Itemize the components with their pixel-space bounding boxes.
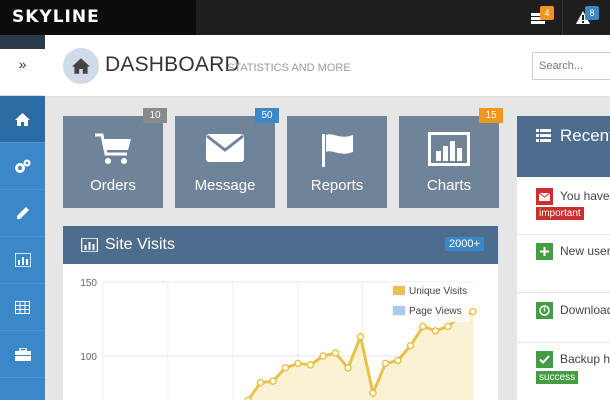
tile-message[interactable]: Message 50 xyxy=(175,108,279,208)
activity-text: You have xyxy=(560,189,610,203)
status-badge: important xyxy=(536,207,584,220)
y-tick-label: 150 xyxy=(80,278,97,289)
brand-logo[interactable]: SKYLINE xyxy=(0,0,196,35)
list-item[interactable]: Download xyxy=(517,293,610,343)
data-point xyxy=(356,333,365,341)
home-badge xyxy=(63,48,99,84)
sidebar-item-charts[interactable] xyxy=(0,237,45,284)
download-icon xyxy=(536,302,553,319)
flag-icon xyxy=(322,134,353,167)
y-tick-label: 100 xyxy=(80,352,97,363)
visits-count-badge: 2000+ xyxy=(445,237,484,251)
site-visits-chart: 150 100 Unique Visits Page Views xyxy=(63,264,498,400)
legend-label: Unique Visits xyxy=(409,286,467,297)
data-point xyxy=(431,327,440,335)
data-point xyxy=(394,356,402,365)
data-point xyxy=(419,322,427,331)
data-point xyxy=(369,389,377,397)
cogs-icon xyxy=(15,159,31,173)
data-point xyxy=(331,349,340,357)
list-item[interactable]: You have important xyxy=(517,177,610,235)
bar-chart-icon xyxy=(14,253,31,267)
data-point xyxy=(381,359,390,368)
activity-text: New user xyxy=(560,244,610,258)
sidebar: » xyxy=(0,35,45,400)
envelope-icon xyxy=(206,134,244,162)
briefcase-icon xyxy=(14,347,31,361)
legend-label: Page Views xyxy=(409,306,462,317)
table-icon xyxy=(15,300,30,314)
panel-header: Recent xyxy=(517,116,610,177)
tile-charts[interactable]: Charts 15 xyxy=(399,108,503,208)
page-title: DASHBOARD xyxy=(105,53,240,76)
tile-label: Orders xyxy=(90,177,136,194)
data-point xyxy=(294,359,302,368)
tile-reports[interactable]: Reports xyxy=(287,116,387,208)
search-input[interactable] xyxy=(532,52,610,80)
data-point xyxy=(344,364,352,372)
activity-text: Download xyxy=(560,303,610,317)
tile-orders[interactable]: Orders 10 xyxy=(63,108,167,208)
sidebar-toggle-button[interactable]: » xyxy=(0,49,45,96)
panel-title: Recent xyxy=(560,126,610,145)
panel-title: Site Visits xyxy=(105,236,175,253)
site-visits-panel: Site Visits 2000+ 150 100 Unique Visits Pag… xyxy=(63,226,498,400)
data-point xyxy=(469,307,477,316)
tile-badge: 50 xyxy=(255,108,279,123)
legend-swatch xyxy=(392,305,406,316)
chart-svg: 150 100 Unique Visits Page Views xyxy=(80,278,477,400)
data-point xyxy=(319,352,327,360)
recent-activity-panel: Recent You have important New user Downl… xyxy=(517,116,610,400)
list-icon xyxy=(536,129,551,142)
status-badge: success xyxy=(536,371,579,384)
home-icon xyxy=(72,58,90,74)
tile-label: Charts xyxy=(426,177,472,194)
tile-badge: 10 xyxy=(143,108,167,123)
data-point xyxy=(281,364,290,372)
tile-badge: 15 xyxy=(479,108,503,123)
bar-chart-icon xyxy=(81,238,98,252)
plus-icon xyxy=(536,243,553,260)
panel-header: Site Visits 2000+ xyxy=(63,226,498,264)
pencil-icon xyxy=(16,207,29,219)
top-bar: SKYLINE 4 8 xyxy=(0,0,610,35)
sidebar-item-settings[interactable] xyxy=(0,143,45,190)
data-point xyxy=(444,322,452,331)
list-item[interactable]: Backup ha success xyxy=(517,343,610,400)
page-header: DASHBOARD STATISTICS AND MORE xyxy=(45,35,610,97)
sidebar-item-tables[interactable] xyxy=(0,284,45,331)
page-subtitle: STATISTICS AND MORE xyxy=(227,62,351,74)
sidebar-item-edit[interactable] xyxy=(0,190,45,237)
data-point xyxy=(306,361,315,369)
legend-swatch xyxy=(392,285,406,296)
sidebar-top-strip xyxy=(0,35,45,49)
activity-text: Backup ha xyxy=(560,352,610,366)
list-item[interactable]: New user xyxy=(517,235,610,293)
data-point xyxy=(256,378,265,387)
bar-chart-icon xyxy=(428,132,470,166)
tile-label: Message xyxy=(194,177,256,194)
home-icon xyxy=(15,112,30,126)
data-point xyxy=(269,377,277,385)
alerts-button[interactable]: 8 xyxy=(562,0,602,35)
inbox-button[interactable]: 4 xyxy=(518,0,558,35)
sidebar-item-home[interactable] xyxy=(0,96,45,143)
tile-label: Reports xyxy=(310,177,364,194)
check-icon xyxy=(536,351,553,368)
cart-icon xyxy=(95,133,131,164)
inbox-count-badge: 4 xyxy=(540,6,554,20)
sidebar-item-portfolio[interactable] xyxy=(0,331,45,378)
alert-count-badge: 8 xyxy=(585,6,599,20)
envelope-icon xyxy=(536,188,553,205)
data-point xyxy=(406,341,415,350)
